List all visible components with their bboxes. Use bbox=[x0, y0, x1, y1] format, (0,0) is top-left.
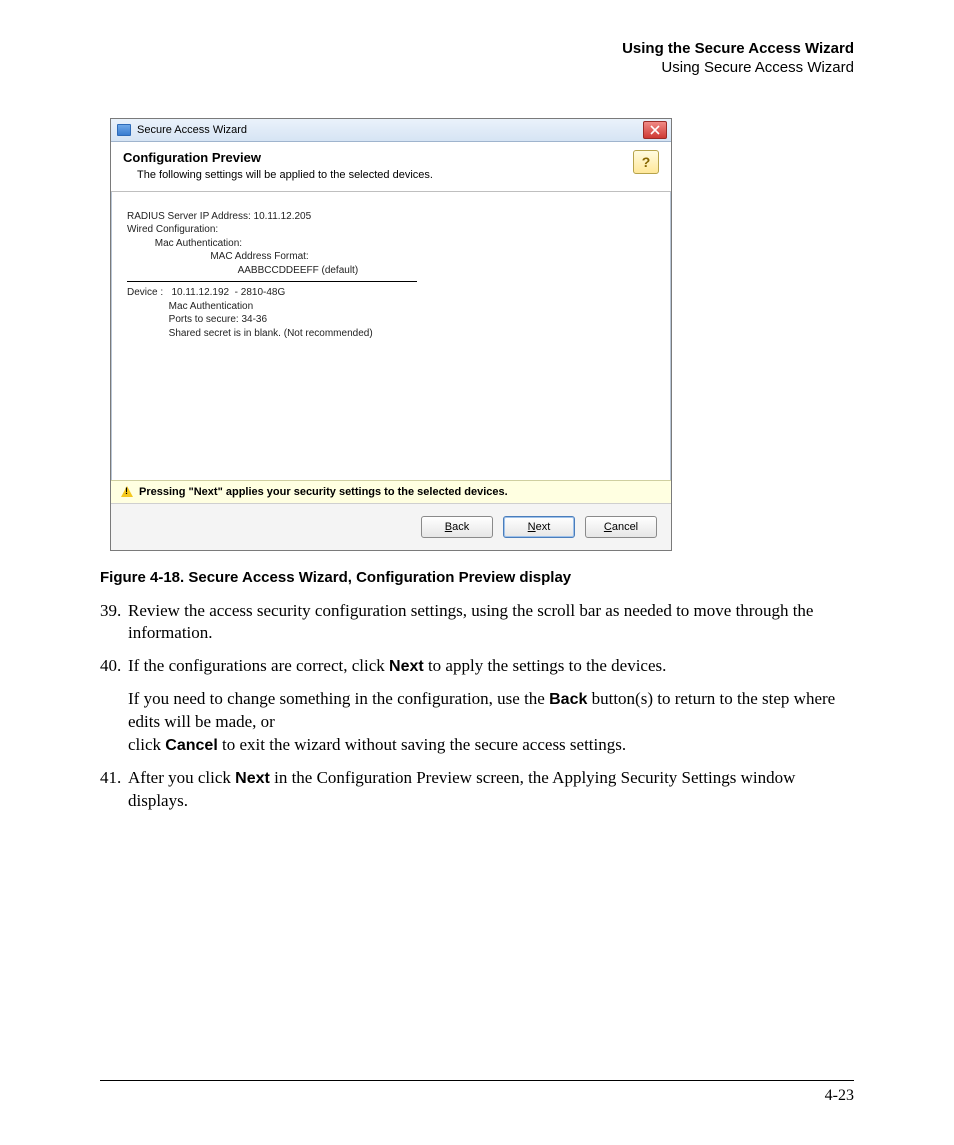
page-footer: 4-23 bbox=[100, 1080, 854, 1105]
cfg-wired: Wired Configuration: bbox=[127, 223, 655, 237]
step-39: 39. Review the access security configura… bbox=[100, 600, 854, 646]
step-text: If you need to change something in the c… bbox=[128, 688, 854, 757]
separator bbox=[127, 281, 417, 282]
cfg-mac-auth: Mac Authentication: bbox=[127, 237, 655, 251]
configuration-preview-body: RADIUS Server IP Address: 10.11.12.205 W… bbox=[111, 192, 671, 480]
running-header-title: Using the Secure Access Wizard bbox=[100, 40, 854, 59]
dialog-header-panel: Configuration Preview The following sett… bbox=[111, 142, 671, 192]
cfg-device-mac: Mac Authentication bbox=[127, 300, 655, 314]
dialog-title: Secure Access Wizard bbox=[137, 124, 247, 136]
warning-text: Pressing "Next" applies your security se… bbox=[139, 486, 508, 498]
dialog-subheading: The following settings will be applied t… bbox=[137, 169, 433, 181]
app-icon bbox=[117, 124, 131, 136]
help-button[interactable]: ? bbox=[633, 150, 659, 174]
running-header: Using the Secure Access Wizard Using Sec… bbox=[100, 40, 854, 78]
step-number: 40. bbox=[100, 655, 128, 757]
cfg-mac-format-value: AABBCCDDEEFF (default) bbox=[127, 264, 655, 278]
cfg-device-secret: Shared secret is in blank. (Not recommen… bbox=[127, 327, 655, 341]
page-number: 4-23 bbox=[100, 1087, 854, 1105]
screenshot-figure: Secure Access Wizard Configuration Previ… bbox=[110, 118, 854, 551]
next-button[interactable]: Next bbox=[503, 516, 575, 538]
step-text: After you click Next in the Configuratio… bbox=[128, 767, 854, 813]
cfg-device: Device : 10.11.12.192 - 2810-48G bbox=[127, 286, 655, 300]
instruction-list: 39. Review the access security configura… bbox=[100, 600, 854, 814]
back-button[interactable]: Back bbox=[421, 516, 493, 538]
warning-icon bbox=[121, 486, 133, 497]
step-number: 41. bbox=[100, 767, 128, 813]
dialog-heading: Configuration Preview bbox=[123, 150, 433, 165]
close-button[interactable] bbox=[643, 121, 667, 139]
figure-caption: Figure 4-18. Secure Access Wizard, Confi… bbox=[100, 569, 854, 586]
step-41: 41. After you click Next in the Configur… bbox=[100, 767, 854, 813]
dialog-titlebar: Secure Access Wizard bbox=[111, 119, 671, 142]
help-icon: ? bbox=[642, 154, 651, 170]
footer-rule bbox=[100, 1080, 854, 1081]
warning-bar: Pressing "Next" applies your security se… bbox=[111, 480, 671, 503]
cancel-button[interactable]: Cancel bbox=[585, 516, 657, 538]
cfg-device-ports: Ports to secure: 34-36 bbox=[127, 313, 655, 327]
cfg-mac-format-label: MAC Address Format: bbox=[127, 250, 655, 264]
step-text: Review the access security configuration… bbox=[128, 600, 854, 646]
step-40: 40. If the configurations are correct, c… bbox=[100, 655, 854, 757]
dialog-button-row: Back Next Cancel bbox=[111, 503, 671, 550]
step-number: 39. bbox=[100, 600, 128, 646]
close-icon bbox=[650, 125, 660, 135]
step-text: If the configurations are correct, click… bbox=[128, 655, 854, 678]
wizard-dialog: Secure Access Wizard Configuration Previ… bbox=[110, 118, 672, 551]
cfg-radius: RADIUS Server IP Address: 10.11.12.205 bbox=[127, 210, 655, 224]
running-header-subtitle: Using Secure Access Wizard bbox=[100, 59, 854, 78]
